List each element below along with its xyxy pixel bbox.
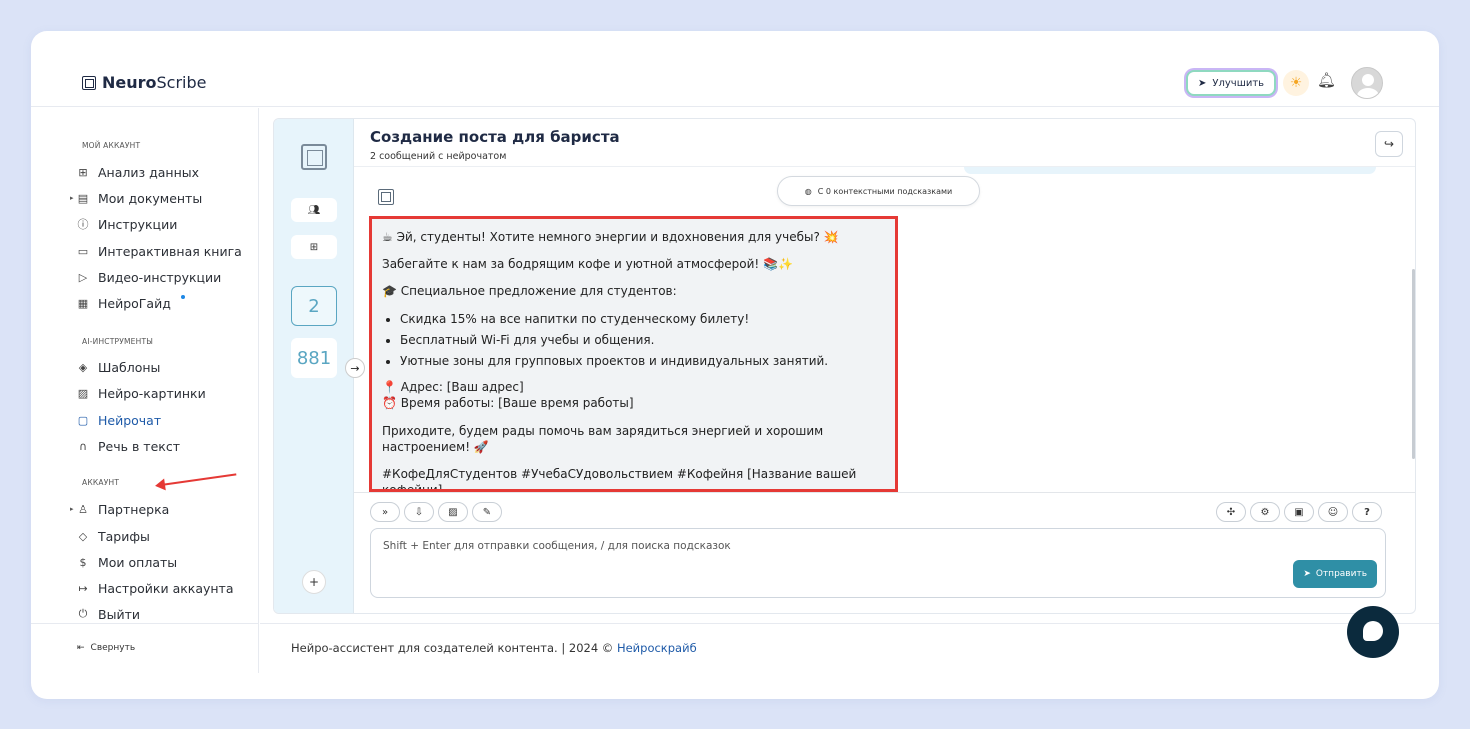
users-icon: ♙ — [78, 502, 88, 516]
theme-toggle-sun-icon[interactable]: ☀ — [1283, 70, 1309, 96]
send-icon: ➤ — [1303, 569, 1311, 579]
robot-icon[interactable]: ☺ — [1318, 502, 1348, 522]
logout-arrow-icon: ↦ — [78, 581, 88, 595]
sidebar: МОЙ АККАУНТ ⊞ Анализ данных ▸ ▤ Мои докумен… — [31, 108, 259, 623]
tag-icon: ◇ — [78, 529, 88, 543]
chevrons-down-icon[interactable]: » — [370, 502, 400, 522]
help-icon: ⓘ — [77, 218, 89, 231]
dollar-icon: $ — [79, 555, 87, 569]
sidebar-item-templates[interactable]: ◈ Шаблоны — [76, 358, 161, 376]
hours-line: ⏰ Время работы: [Ваше время работы] — [382, 396, 634, 411]
video-icon: ▷ — [78, 270, 88, 284]
collapse-button[interactable]: ⇤ Свернуть — [77, 643, 135, 653]
new-chat-plus-icon[interactable]: + — [302, 570, 326, 594]
chat-icon: ▢ — [77, 413, 89, 427]
share-button[interactable]: ↪ — [1375, 131, 1403, 157]
list-item: Бесплатный Wi-Fi для учебы и общения. — [400, 332, 885, 348]
sidebar-item-neuro-images[interactable]: ▨ Нейро-картинки — [76, 384, 206, 402]
sidebar-item-speech-to-text[interactable]: ∩ Речь в текст — [76, 437, 180, 455]
previous-user-message — [964, 167, 1376, 174]
context-hints-pill[interactable]: ◍ С 0 контекстными подсказками — [777, 176, 980, 206]
sidebar-item-account-settings[interactable]: ↦ Настройки аккаунта — [76, 579, 233, 597]
section-title-my-account: МОЙ АККАУНТ — [82, 141, 141, 150]
archive-icon[interactable]: ▣ — [1284, 502, 1314, 522]
power-icon: ⏻ — [78, 607, 88, 620]
red-annotation-arrow — [160, 473, 237, 486]
tokens-count: 881 — [291, 338, 337, 378]
arrow-right-icon[interactable]: → — [345, 358, 365, 378]
sidebar-item-my-documents[interactable]: ▸ ▤ Мои документы — [70, 189, 202, 207]
image-icon[interactable]: ▨ — [438, 502, 468, 522]
grid-icon: ⊞ — [78, 165, 88, 179]
settings-icon[interactable]: ⚙ — [1250, 502, 1280, 522]
chat-panel: 👥︎ ⊞ 2 881 + → Создание поста для барист… — [273, 118, 1416, 614]
headphones-icon: ∩ — [78, 439, 88, 453]
help-icon[interactable]: ? — [1352, 502, 1382, 522]
palette-icon: ◍ — [804, 186, 812, 196]
team-icon[interactable]: 👥︎ — [291, 198, 337, 222]
support-chat-button[interactable] — [1347, 606, 1399, 658]
address-line: 📍 Адрес: [Ваш адрес] — [382, 380, 524, 395]
section-title-account: АККАУНТ — [82, 478, 120, 487]
hashtags-line: #КофеДляСтудентов #УчебаСУдовольствием #… — [382, 466, 857, 492]
offer-list: Скидка 15% на все напитки по студенческо… — [400, 311, 885, 370]
sidebar-item-interactive-book[interactable]: ▭ Интерактивная книга — [76, 242, 242, 260]
logo-icon — [82, 75, 96, 90]
guide-icon: ▦ — [77, 296, 89, 310]
grid-icon[interactable]: ⊞ — [291, 235, 337, 259]
document-icon: ▤ — [77, 191, 89, 205]
section-title-ai-tools: AI-ИНСТРУМЕНТЫ — [82, 337, 154, 346]
app-logo[interactable]: NeuroScribe — [82, 73, 207, 92]
sidebar-footer: ⇤ Свернуть — [31, 623, 259, 673]
logo-icon — [301, 144, 327, 170]
top-bar: NeuroScribe ➤ Улучшить ☀ 🔔︎ — [31, 31, 1439, 107]
sidebar-item-data-analysis[interactable]: ⊞ Анализ данных — [76, 163, 199, 181]
footer-link[interactable]: Нейроскрайб — [617, 641, 697, 655]
sidebar-item-my-payments[interactable]: $ Мои оплаты — [76, 553, 178, 571]
message-input[interactable]: Shift + Enter для отправки сообщения, / … — [370, 528, 1386, 598]
chat-title: Создание поста для бариста — [370, 128, 620, 146]
message-line: Забегайте к нам за бодрящим кофе и уютно… — [382, 257, 793, 272]
collapse-arrow-icon: ⇤ — [77, 643, 85, 653]
input-toolbar: » ⇩ ▨ ✎ ✣ ⚙ ▣ ☺ ? — [354, 492, 1415, 522]
sidebar-item-neurochat[interactable]: ▢ Нейрочат — [76, 411, 161, 429]
rocket-icon: ➤ — [1198, 77, 1207, 89]
puzzle-icon[interactable]: ✣ — [1216, 502, 1246, 522]
bot-avatar-icon — [378, 189, 394, 205]
magic-wand-icon[interactable]: ✎ — [472, 502, 502, 522]
caret-right-icon[interactable]: ▸ — [70, 505, 74, 513]
book-icon: ▭ — [77, 244, 89, 258]
avatar[interactable] — [1351, 67, 1383, 99]
input-placeholder: Shift + Enter для отправки сообщения, / … — [383, 540, 731, 552]
list-item: Уютные зоны для групповых проектов и инд… — [400, 353, 885, 369]
sidebar-item-video-instructions[interactable]: ▷ Видео-инструкции — [76, 268, 222, 286]
upgrade-button[interactable]: ➤ Улучшить — [1186, 70, 1277, 96]
send-button[interactable]: ➤ Отправить — [1293, 560, 1377, 588]
sidebar-item-logout[interactable]: ⏻ Выйти — [76, 605, 140, 623]
list-item: Скидка 15% на все напитки по студенческо… — [400, 311, 885, 327]
assistant-message: ☕ Эй, студенты! Хотите немного энергии и… — [369, 216, 898, 492]
sidebar-item-instructions[interactable]: ⓘ Инструкции — [76, 215, 178, 233]
layers-icon: ◈ — [78, 360, 88, 374]
sidebar-item-neuroguide[interactable]: ▦ НейроГайд — [76, 294, 185, 312]
share-icon: ↪ — [1383, 137, 1395, 151]
new-indicator-dot — [180, 295, 185, 299]
cta-line: Приходите, будем рады помочь вам зарядит… — [382, 423, 824, 454]
message-line: 🎓 Специальное предложение для студентов: — [382, 284, 677, 299]
chat-header: Создание поста для бариста 2 сообщений с… — [354, 119, 1415, 167]
sidebar-item-tariffs[interactable]: ◇ Тарифы — [76, 527, 150, 545]
app-card: NeuroScribe ➤ Улучшить ☀ 🔔︎ МОЙ АККАУНТ … — [31, 31, 1439, 699]
caret-right-icon[interactable]: ▸ — [70, 194, 74, 202]
chat-scrollbar[interactable] — [1412, 269, 1415, 459]
sidebar-item-partners[interactable]: ▸ ♙ Партнерка — [70, 500, 169, 518]
chat-rail: 👥︎ ⊞ 2 881 + — [274, 119, 354, 613]
chat-subtitle: 2 сообщений с нейрочатом — [370, 151, 507, 162]
page-footer: Нейро-ассистент для создателей контента.… — [260, 623, 1439, 673]
footer-text: Нейро-ассистент для создателей контента.… — [291, 641, 697, 655]
bell-icon[interactable]: 🔔︎ — [1317, 71, 1336, 89]
download-icon[interactable]: ⇩ — [404, 502, 434, 522]
image-icon: ▨ — [77, 386, 89, 400]
message-line: ☕ Эй, студенты! Хотите немного энергии и… — [382, 230, 839, 244]
messages-count: 2 — [291, 286, 337, 326]
